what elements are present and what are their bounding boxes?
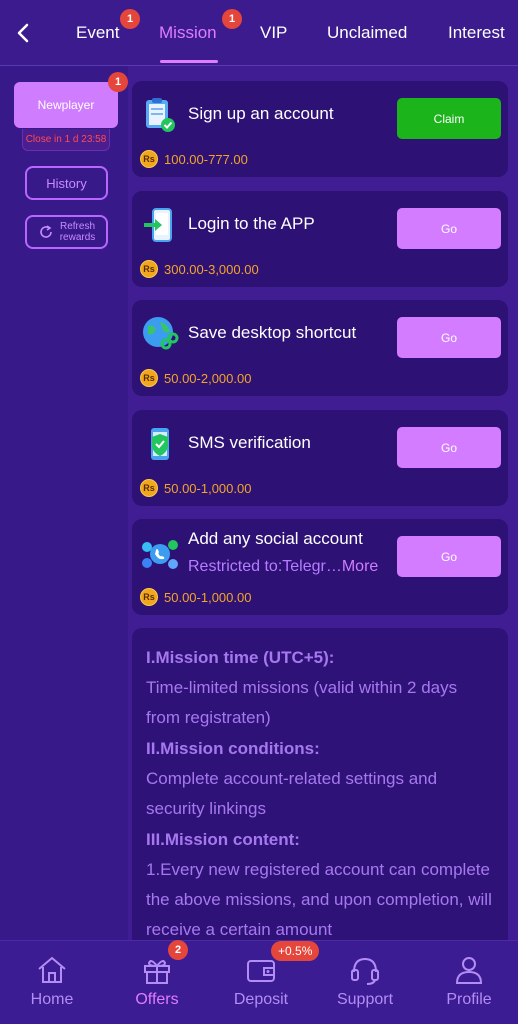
top-tab-bar: Event 1 Mission 1 VIP Unclaimed Interest (0, 0, 518, 66)
mission-card-social: Add any social account Restricted to:Tel… (132, 519, 508, 615)
countdown-timer: Close in 1 d 23:58 (22, 129, 110, 151)
rupee-coin-icon: Rs (140, 150, 158, 168)
go-button[interactable]: Go (397, 317, 501, 358)
nav-profile-label: Profile (446, 991, 492, 1008)
mission-title: Sign up an account (188, 104, 334, 123)
newplayer-button[interactable]: Newplayer (14, 82, 118, 128)
rules-text-time: Time-limited missions (valid within 2 da… (146, 678, 458, 727)
rupee-coin-icon: Rs (140, 479, 158, 497)
reward-amount: 100.00-777.00 (164, 151, 248, 167)
tab-event[interactable]: Event (76, 23, 119, 43)
mission-title: Save desktop shortcut (188, 323, 357, 342)
mission-title: Add any social account (188, 529, 363, 548)
rules-heading-content: III.Mission content: (146, 830, 300, 849)
nav-home[interactable]: Home (2, 941, 102, 1024)
go-button[interactable]: Go (397, 208, 501, 249)
tab-vip[interactable]: VIP (260, 23, 287, 43)
more-link[interactable]: More (342, 558, 378, 575)
history-button[interactable]: History (25, 166, 108, 200)
restriction-text: Restricted to:Telegr… (188, 558, 342, 575)
wallet-icon (247, 960, 275, 982)
rules-text-content: 1.Every new registered account can compl… (146, 860, 492, 939)
mission-reward: Rs 100.00-777.00 (140, 150, 248, 168)
nav-profile[interactable]: Profile (419, 941, 518, 1024)
nav-offers-label: Offers (135, 991, 179, 1008)
refresh-label: Refresh rewards (59, 221, 96, 243)
mission-reward: Rs 50.00-1,000.00 (140, 479, 251, 497)
shield-phone-icon (140, 424, 180, 464)
tab-interest[interactable]: Interest (448, 23, 505, 43)
mission-card-sms: SMS verification Go Rs 50.00-1,000.00 (132, 410, 508, 506)
refresh-icon (38, 224, 54, 241)
deposit-bonus-badge: +0.5% (271, 941, 320, 961)
chevron-left-icon (17, 23, 29, 43)
go-button[interactable]: Go (397, 427, 501, 468)
phone-login-icon (140, 205, 180, 245)
nav-offers[interactable]: Offers (107, 941, 207, 1024)
clipboard-check-icon (140, 95, 180, 135)
rupee-coin-icon: Rs (140, 369, 158, 387)
mission-rules: I.Mission time (UTC+5): Time-limited mis… (132, 628, 508, 968)
reward-amount: 300.00-3,000.00 (164, 261, 259, 277)
mission-reward: Rs 50.00-1,000.00 (140, 588, 251, 606)
reward-amount: 50.00-1,000.00 (164, 589, 252, 605)
nav-home-label: Home (30, 991, 74, 1008)
nav-support[interactable]: Support (315, 941, 415, 1024)
mission-reward: Rs 300.00-3,000.00 (140, 260, 259, 278)
claim-button[interactable]: Claim (397, 98, 501, 139)
social-network-icon (140, 533, 180, 573)
gift-icon (144, 960, 170, 984)
go-button[interactable]: Go (397, 536, 501, 577)
rupee-coin-icon: Rs (140, 588, 158, 606)
mission-title: Login to the APP (188, 214, 315, 233)
mission-title: SMS verification (188, 433, 311, 452)
refresh-rewards-button[interactable]: Refresh rewards (25, 215, 108, 249)
reward-amount: 50.00-2,000.00 (164, 370, 252, 386)
tab-unclaimed[interactable]: Unclaimed (327, 23, 407, 43)
mission-reward: Rs 50.00-2,000.00 (140, 369, 251, 387)
mission-card-login: Login to the APP Go Rs 300.00-3,000.00 (132, 191, 508, 287)
user-icon (455, 957, 483, 984)
mission-card-shortcut: Save desktop shortcut Go Rs 50.00-2,000.… (132, 300, 508, 396)
rupee-coin-icon: Rs (140, 260, 158, 278)
home-icon (38, 956, 66, 983)
tab-mission-badge: 1 (222, 9, 242, 29)
newplayer-badge: 1 (108, 72, 128, 92)
rules-heading-time: I.Mission time (UTC+5): (146, 648, 335, 667)
rules-heading-conditions: II.Mission conditions: (146, 739, 320, 758)
mission-restriction: Restricted to:Telegr…More (188, 558, 378, 576)
globe-link-icon (140, 314, 180, 354)
active-tab-indicator (160, 60, 218, 63)
headset-icon (351, 957, 379, 985)
nav-deposit-label: Deposit (233, 991, 289, 1008)
rules-text-conditions: Complete account-related settings and se… (146, 769, 438, 818)
bottom-nav: Home Offers Deposit Support Profile (0, 940, 518, 1024)
reward-amount: 50.00-1,000.00 (164, 480, 252, 496)
nav-support-label: Support (336, 991, 394, 1008)
back-button[interactable] (10, 20, 36, 46)
mission-card-signup: Sign up an account Claim Rs 100.00-777.0… (132, 81, 508, 177)
tab-mission[interactable]: Mission (159, 23, 217, 43)
offers-badge: 2 (168, 940, 188, 960)
tab-event-badge: 1 (120, 9, 140, 29)
